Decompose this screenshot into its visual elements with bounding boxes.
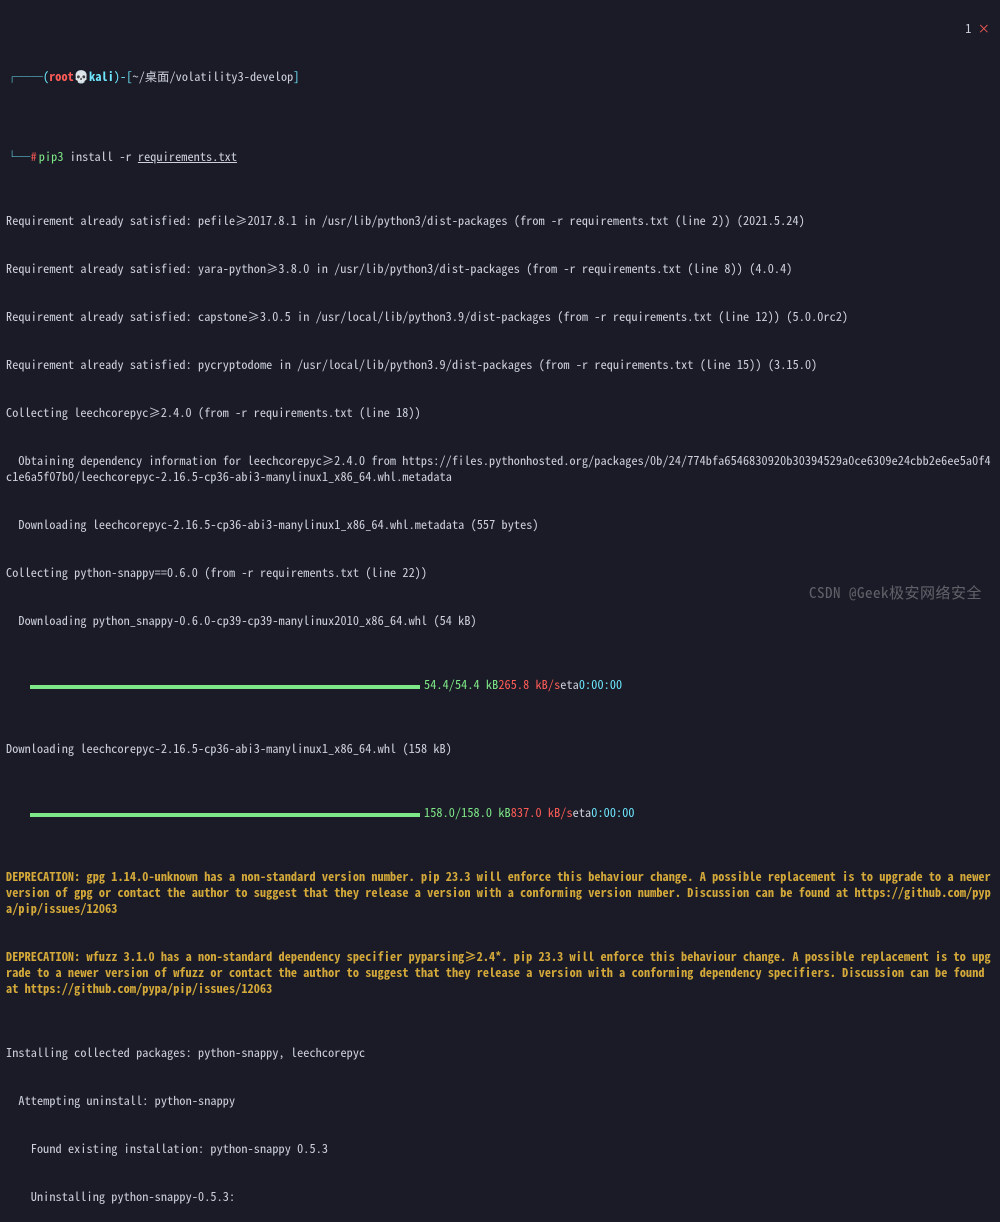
output-line: Downloading python_snappy-0.6.0-cp39-cp3…: [6, 612, 994, 628]
progress-done: 54.4/54.4 kB: [424, 676, 498, 692]
output-line: Requirement already satisfied: pefile≥20…: [6, 212, 994, 228]
output-line: Collecting leechcorepyc≥2.4.0 (from -r r…: [6, 404, 994, 420]
watermark: CSDN @Geek极安网络安全: [809, 585, 982, 601]
deprecation-warning: DEPRECATION: gpg 1.14.0-unknown has a no…: [6, 868, 994, 916]
prompt-close-user: )-[: [114, 68, 133, 84]
output-line: Found existing installation: python-snap…: [6, 1140, 994, 1156]
prompt-host: kali: [89, 68, 114, 84]
output-line: Obtaining dependency information for lee…: [6, 452, 994, 484]
prompt-line-1: ┌──(root💀kali)-[~/桌面/volatility3-develop…: [6, 68, 994, 84]
output-line: Requirement already satisfied: capstone≥…: [6, 308, 994, 324]
progress-rate: 265.8 kB/s: [498, 676, 560, 692]
prompt-line-2: └─# pip3 install -r requirements.txt: [6, 148, 994, 164]
output-line: Uninstalling python-snappy-0.5.3:: [6, 1188, 994, 1204]
command-bin: pip3: [39, 147, 64, 165]
progress-eta: 0:00:00: [579, 676, 622, 692]
output-line: Downloading leechcorepyc-2.16.5-cp36-abi…: [6, 516, 994, 532]
output-line: Collecting python-snappy==0.6.0 (from -r…: [6, 564, 994, 580]
command-arg: requirements.txt: [138, 147, 237, 165]
terminal-output[interactable]: ┌──(root💀kali)-[~/桌面/volatility3-develop…: [0, 0, 1000, 1222]
deprecation-warning: DEPRECATION: wfuzz 3.1.0 has a non-stand…: [6, 948, 994, 996]
prompt-hash: #: [31, 148, 37, 164]
output-line: Requirement already satisfied: pycryptod…: [6, 356, 994, 372]
command-text[interactable]: pip3 install -r requirements.txt: [39, 148, 237, 164]
progress-done: 158.0/158.0 kB: [424, 804, 511, 820]
prompt-path: ~/桌面/volatility3-develop: [133, 68, 294, 84]
tab-indicator: 1 ×: [941, 4, 990, 52]
tab-index: 1: [965, 19, 971, 37]
output-line: Installing collected packages: python-sn…: [6, 1044, 994, 1060]
output-line: Downloading leechcorepyc-2.16.5-cp36-abi…: [6, 740, 994, 756]
close-icon[interactable]: ×: [978, 19, 990, 37]
progress-bar-2: 158.0/158.0 kB 837.0 kB/s eta 0:00:00: [6, 804, 994, 820]
prompt-user: root: [49, 68, 74, 84]
skull-icon: 💀: [74, 68, 89, 84]
output-line: Requirement already satisfied: yara-pyth…: [6, 260, 994, 276]
prompt-elbow: └─: [6, 148, 31, 164]
progress-bar-1: 54.4/54.4 kB 265.8 kB/s eta 0:00:00: [6, 676, 994, 692]
progress-rate: 837.0 kB/s: [511, 804, 573, 820]
progress-eta: 0:00:00: [591, 804, 634, 820]
prompt-bracket-close: ]: [293, 68, 299, 84]
output-line: Attempting uninstall: python-snappy: [6, 1092, 994, 1108]
prompt-open: ┌──(: [6, 68, 49, 84]
